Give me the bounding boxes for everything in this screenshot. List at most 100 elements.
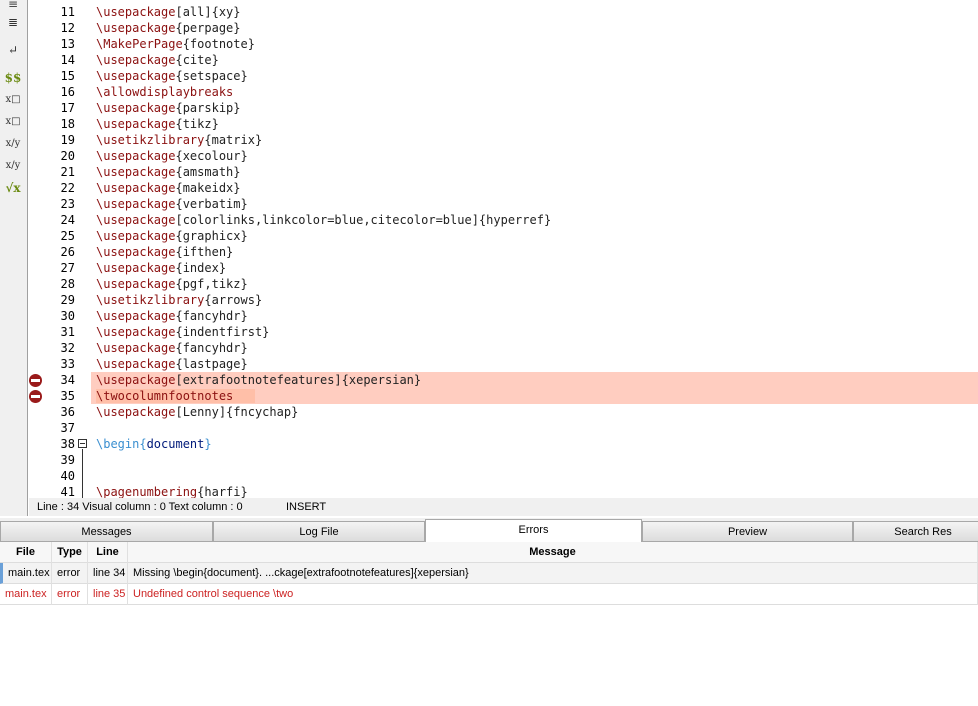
- code-line[interactable]: \usepackage{xecolour}: [91, 148, 248, 164]
- code-token: \usepackage: [96, 229, 176, 243]
- newline-icon[interactable]: ↵: [2, 40, 24, 60]
- code-line[interactable]: \usepackage{parskip}: [91, 100, 241, 116]
- code-line[interactable]: \usepackage{graphicx}: [91, 228, 248, 244]
- code-line[interactable]: [91, 468, 96, 484]
- cell-line: line 35: [88, 584, 128, 605]
- code-line[interactable]: \usepackage{makeidx}: [91, 180, 241, 196]
- code-line[interactable]: \begin{document}: [91, 436, 212, 452]
- code-token: \usepackage: [96, 149, 176, 163]
- table-row[interactable]: main.tex error line 35 Undefined control…: [0, 584, 978, 605]
- code-line[interactable]: \usepackage{index}: [91, 260, 226, 276]
- error-marker-icon[interactable]: [29, 374, 42, 387]
- line-number: 33: [60, 357, 75, 371]
- line-number: 12: [60, 21, 75, 35]
- col-file[interactable]: File: [0, 542, 52, 563]
- code-line[interactable]: \usepackage{amsmath}: [91, 164, 241, 180]
- code-line[interactable]: \usepackage{tikz}: [91, 116, 219, 132]
- code-token: [colorlinks,linkcolor=blue,citecolor=blu…: [175, 213, 552, 227]
- code-token: \usepackage: [96, 357, 176, 371]
- code-line[interactable]: [91, 420, 96, 436]
- code-line[interactable]: \usepackage[all]{xy}: [91, 4, 241, 20]
- code-token: {pgf,tikz}: [175, 277, 248, 291]
- line-number: 30: [60, 309, 75, 323]
- tab-messages[interactable]: Messages: [0, 521, 213, 542]
- subscript-icon[interactable]: x□: [2, 90, 24, 110]
- code-line[interactable]: \usepackage{setspace}: [91, 68, 248, 84]
- code-token: \usepackage: [96, 325, 176, 339]
- code-line[interactable]: \usepackage{fancyhdr}: [91, 308, 248, 324]
- fold-toggle-icon[interactable]: [78, 439, 87, 448]
- code-token: \usetikzlibrary: [96, 133, 205, 147]
- fraction-icon[interactable]: x/y: [2, 134, 24, 154]
- line-number: 29: [60, 293, 75, 307]
- code-token: {cite}: [175, 53, 219, 67]
- code-token: {fancyhdr}: [175, 309, 248, 323]
- code-line[interactable]: \usepackage{cite}: [91, 52, 219, 68]
- code-line[interactable]: \usepackage{lastpage}: [91, 356, 248, 372]
- code-token: {ifthen}: [175, 245, 234, 259]
- line-number: 32: [60, 341, 75, 355]
- code-token: {indentfirst}: [175, 325, 270, 339]
- code-line[interactable]: \usepackage{perpage}: [91, 20, 241, 36]
- code-line[interactable]: \usepackage{indentfirst}: [91, 324, 269, 340]
- code-token: \usepackage: [96, 261, 176, 275]
- panel-tabs: Messages Log File Errors Preview Search …: [0, 518, 978, 542]
- sqrt-icon[interactable]: √x: [2, 178, 24, 198]
- col-line[interactable]: Line: [88, 542, 128, 563]
- tab-preview[interactable]: Preview: [642, 521, 853, 542]
- col-message[interactable]: Message: [128, 542, 978, 563]
- dfrac-icon[interactable]: x/y: [2, 156, 24, 176]
- line-number: 16: [60, 85, 75, 99]
- code-token: {amsmath}: [175, 165, 241, 179]
- line-number: 26: [60, 245, 75, 259]
- code-token: \usepackage: [96, 165, 176, 179]
- line-number: 23: [60, 197, 75, 211]
- inline-math-icon[interactable]: $$: [2, 68, 24, 88]
- error-marker-icon[interactable]: [29, 390, 42, 403]
- code-token: \usepackage: [96, 373, 176, 387]
- code-token: {setspace}: [175, 69, 248, 83]
- code-token: {fancyhdr}: [175, 341, 248, 355]
- superscript-icon[interactable]: x□: [2, 112, 24, 132]
- line-number: 19: [60, 133, 75, 147]
- line-number: 40: [60, 469, 75, 483]
- line-number: 15: [60, 69, 75, 83]
- code-line[interactable]: \MakePerPage{footnote}: [91, 36, 255, 52]
- cell-line: line 34: [88, 563, 128, 584]
- code-line[interactable]: \usepackage[extrafootnotefeatures]{xeper…: [91, 372, 978, 388]
- line-number: 28: [60, 277, 75, 291]
- code-line[interactable]: \usepackage[colorlinks,linkcolor=blue,ci…: [91, 212, 551, 228]
- tab-errors[interactable]: Errors: [425, 519, 642, 542]
- code-token: \usepackage: [96, 405, 176, 419]
- status-bar: Line : 34 Visual column : 0 Text column …: [29, 498, 978, 516]
- errors-table: File Type Line Message main.tex error li…: [0, 542, 978, 706]
- code-line[interactable]: \twocolumnfootnotes: [91, 388, 978, 404]
- align-justify-icon[interactable]: ≣: [2, 12, 24, 32]
- code-line[interactable]: \usepackage[Lenny]{fncychap}: [91, 404, 298, 420]
- tab-log-file[interactable]: Log File: [213, 521, 425, 542]
- line-number: 14: [60, 53, 75, 67]
- code-token: \MakePerPage: [96, 37, 183, 51]
- cell-file: main.tex: [3, 563, 52, 584]
- code-editor[interactable]: \usepackage[all]{xy} \usepackage{perpage}…: [91, 0, 978, 498]
- code-token: {matrix}: [204, 133, 263, 147]
- line-number-gutter: 11 12 13 14 15 16 17 18 19 20 21 22 23 24 25 26 27 28 29 30…: [29, 0, 91, 499]
- line-number: 21: [60, 165, 75, 179]
- code-token: \usepackage: [96, 181, 176, 195]
- code-line[interactable]: [91, 452, 96, 468]
- code-token: \usepackage: [96, 101, 176, 115]
- code-line[interactable]: \usepackage{pgf,tikz}: [91, 276, 248, 292]
- code-line[interactable]: \usetikzlibrary{matrix}: [91, 132, 262, 148]
- tab-search-results[interactable]: Search Res: [853, 521, 978, 542]
- code-token: \usepackage: [96, 309, 176, 323]
- code-token: {lastpage}: [175, 357, 248, 371]
- code-line[interactable]: \usepackage{ifthen}: [91, 244, 233, 260]
- code-line[interactable]: \allowdisplaybreaks: [91, 84, 233, 100]
- col-type[interactable]: Type: [52, 542, 88, 563]
- table-row[interactable]: main.tex error line 34 Missing \begin{do…: [0, 563, 978, 584]
- code-line[interactable]: \usetikzlibrary{arrows}: [91, 292, 262, 308]
- code-line[interactable]: \pagenumbering{harfi}: [91, 484, 248, 498]
- code-line[interactable]: \usepackage{fancyhdr}: [91, 340, 248, 356]
- code-line[interactable]: \usepackage{verbatim}: [91, 196, 248, 212]
- cursor-position: Line : 34 Visual column : 0 Text column …: [37, 501, 243, 513]
